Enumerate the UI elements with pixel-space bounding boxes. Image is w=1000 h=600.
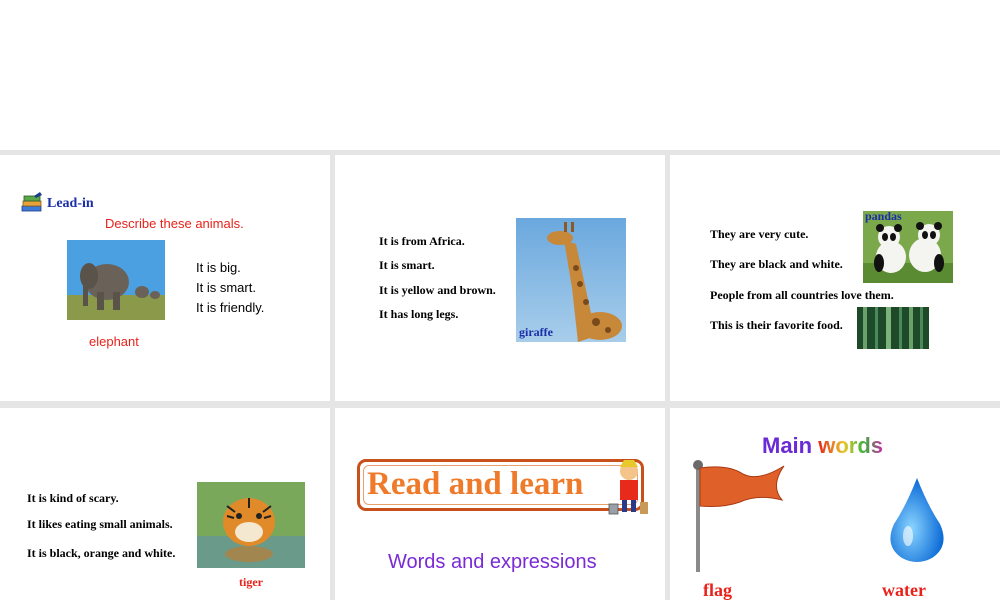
slide-main-words[interactable]: Main words flag water	[670, 408, 1000, 600]
giraffe-sentence: It is yellow and brown.	[379, 283, 496, 297]
tiger-sentence: It is kind of scary.	[27, 491, 119, 505]
painter-character-icon	[608, 460, 648, 515]
giraffe-photo	[516, 218, 626, 342]
bamboo-photo	[857, 307, 929, 349]
giraffe-sentence: It has long legs.	[379, 307, 459, 321]
slide-lead-in-elephant[interactable]: Lead-in Describe these animals. It is bi…	[0, 155, 330, 401]
giraffe-caption: giraffe	[519, 325, 553, 339]
elephant-caption: elephant	[89, 334, 139, 349]
blank-top-area	[0, 0, 1000, 150]
banner-title: Read and learn	[367, 466, 584, 502]
pandas-caption: pandas	[865, 209, 902, 223]
slide-giraffe[interactable]: It is from Africa. It is smart. It is ye…	[335, 155, 665, 401]
elephant-sentence: It is friendly.	[196, 300, 265, 315]
slide-read-and-learn[interactable]: Read and learn Words and expressions	[335, 408, 665, 600]
pandas-sentence: People from all countries love them.	[710, 288, 894, 302]
water-drop-icon	[890, 478, 944, 562]
pandas-sentence: This is their favorite food.	[710, 318, 843, 332]
pandas-sentence: They are black and white.	[710, 257, 843, 271]
main-words-title-part2: words	[818, 433, 884, 458]
lead-in-heading: Lead-in	[47, 196, 94, 211]
giraffe-sentence: It is smart.	[379, 258, 435, 272]
flag-label: flag	[703, 580, 732, 600]
slide-tiger[interactable]: It is kind of scary. It likes eating sma…	[0, 408, 330, 600]
tiger-sentence: It is black, orange and white.	[27, 546, 176, 560]
pandas-sentence: They are very cute.	[710, 227, 809, 241]
book-stack-icon	[21, 192, 42, 212]
tiger-sentence: It likes eating small animals.	[27, 517, 173, 531]
slide-pandas[interactable]: They are very cute. They are black and w…	[670, 155, 1000, 401]
giraffe-sentence: It is from Africa.	[379, 234, 465, 248]
elephant-sentence: It is big.	[196, 260, 241, 275]
elephant-photo	[67, 240, 165, 320]
flag-icon	[693, 460, 785, 572]
tiger-caption: tiger	[239, 575, 263, 589]
instruction-text: Describe these animals.	[105, 216, 244, 231]
tiger-photo	[197, 482, 305, 568]
water-label: water	[882, 580, 926, 600]
main-words-title: Main words	[762, 432, 883, 460]
elephant-sentence: It is smart.	[196, 280, 256, 295]
main-words-title-part1: Main	[762, 433, 813, 458]
words-and-expressions-subtitle: Words and expressions	[388, 551, 597, 573]
